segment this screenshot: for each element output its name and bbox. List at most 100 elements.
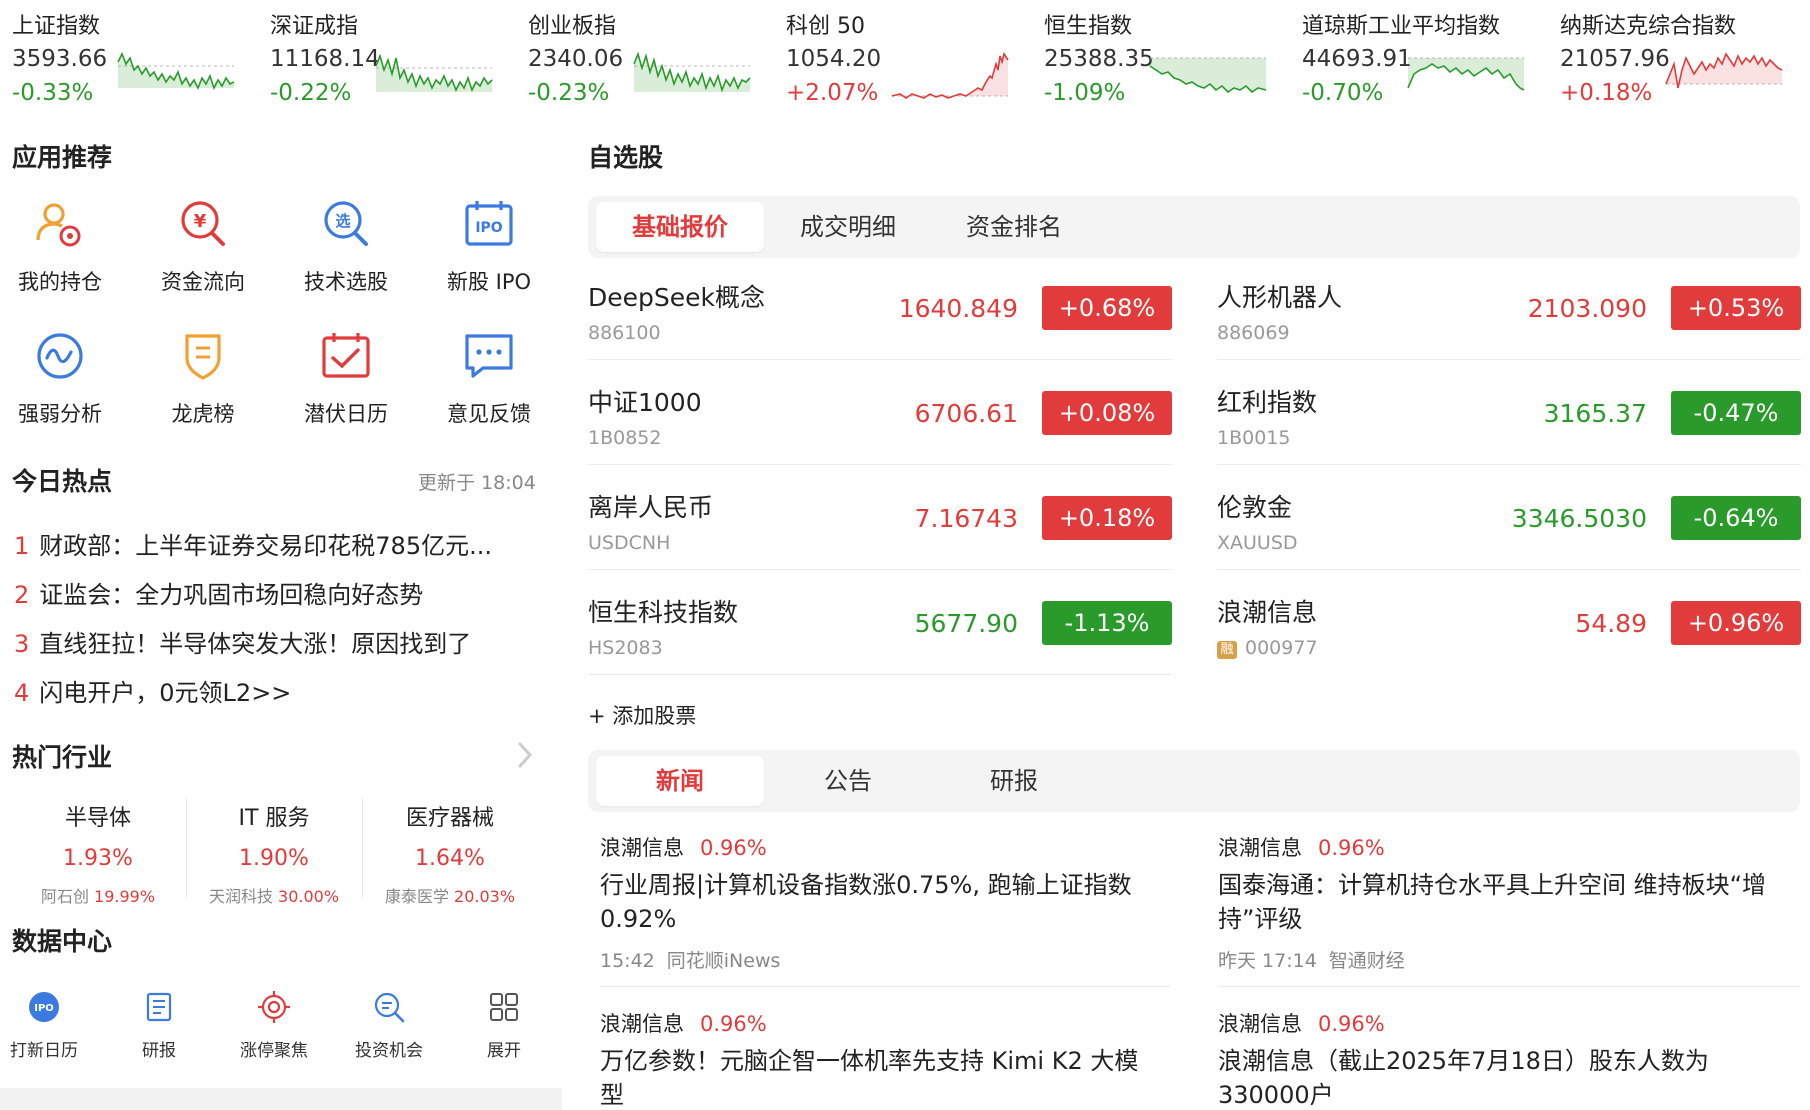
ticker-nasdaq[interactable]: 纳斯达克综合指数 21057.96 +0.18% [1548, 8, 1798, 112]
stock-price: 2103.090 [1527, 294, 1647, 323]
dc-expand[interactable]: 展开 [454, 990, 554, 1061]
stock-change-badge: +0.96% [1671, 601, 1801, 645]
tab-fund-ranking[interactable]: 资金排名 [930, 202, 1098, 252]
ticker-chinext[interactable]: 创业板指 2340.06 -0.23% [516, 8, 766, 112]
ticker-name: 上证指数 [12, 14, 101, 39]
leader-name: 康泰医学 [384, 887, 449, 906]
app-label: 我的持仓 [18, 270, 102, 294]
stock-name: 离岸人民币 [588, 493, 714, 522]
hot-news-item[interactable]: 3 直线狂拉！半导体突发大涨！原因找到了 [14, 624, 534, 659]
sparkline-chart [891, 52, 1009, 99]
dc-limit-up-focus[interactable]: 涨停聚焦 [224, 990, 324, 1061]
hot-news-item[interactable]: 4 闪电开户，0元领L2>> [14, 673, 534, 708]
hot-rank: 2 [14, 581, 30, 609]
industry-change: 1.90% [239, 846, 309, 871]
stock-row[interactable]: 红利指数 1B0015 3165.37 -0.47% [1217, 361, 1801, 465]
hot-news-item[interactable]: 1 财政部：上半年证券交易印花税785亿元... [14, 526, 534, 561]
stock-row[interactable]: DeepSeek概念 886100 1640.849 +0.68% [588, 256, 1172, 360]
grid-icon [490, 993, 518, 1021]
ipo-badge-icon: IPO [29, 992, 59, 1022]
industry-leader: 天润科技 30.00% [186, 883, 362, 907]
leader-change: 20.03% [454, 887, 516, 906]
stock-row[interactable]: 恒生科技指数 HS2083 5677.90 -1.13% [588, 571, 1172, 675]
app-money-flow[interactable]: ¥ 资金流向 [143, 196, 263, 306]
ticker-name: 深证成指 [270, 14, 359, 39]
app-latent-calendar[interactable]: 潜伏日历 [286, 328, 406, 438]
leader-name: 阿石创 [40, 887, 89, 906]
ticker-change: -0.70% [1302, 80, 1384, 106]
industry-name: 医疗器械 [405, 806, 494, 831]
leader-change: 30.00% [278, 887, 340, 906]
app-strength-analysis[interactable]: 强弱分析 [0, 328, 120, 438]
stock-change-badge: +0.53% [1671, 286, 1801, 330]
stock-row[interactable]: 人形机器人 886069 2103.090 +0.53% [1217, 256, 1801, 360]
hot-rank: 4 [14, 679, 30, 707]
tab-announcements[interactable]: 公告 [764, 756, 932, 806]
industry-leader: 阿石创 19.99% [10, 883, 186, 907]
app-label: 新股 IPO [446, 270, 532, 294]
ticker-hangseng[interactable]: 恒生指数 25388.35 -1.09% [1032, 8, 1282, 112]
stock-code: 886100 [588, 322, 661, 344]
industry-it-services[interactable]: IT 服务 1.90% 天润科技 30.00% [186, 800, 362, 907]
stock-price: 1640.849 [898, 294, 1018, 323]
add-stock-button[interactable]: + 添加股票 [588, 700, 696, 730]
app-dragon-tiger[interactable]: 龙虎榜 [143, 328, 263, 438]
ticker-change: -0.33% [12, 80, 94, 106]
row-divider [588, 569, 1172, 570]
stock-name: 红利指数 [1217, 388, 1318, 417]
dc-investment-opportunity[interactable]: 投资机会 [339, 990, 439, 1061]
app-stock-screener[interactable]: 选 技术选股 [286, 196, 406, 306]
stock-row[interactable]: 浪潮信息 融 000977 54.89 +0.96% [1217, 571, 1801, 675]
news-item[interactable]: 浪潮信息 0.96% 浪潮信息（截止2025年7月18日）股东人数为330000户 [1218, 1008, 1778, 1110]
news-item[interactable]: 浪潮信息 0.96% 国泰海通：计算机持仓水平具上升空间 维持板块“增持”评级 昨… [1218, 832, 1778, 973]
dc-research-report[interactable]: 研报 [109, 990, 209, 1061]
stock-code: 1B0015 [1217, 427, 1291, 449]
svg-text:¥: ¥ [194, 211, 207, 232]
ticker-star50[interactable]: 科创 50 1054.20 +2.07% [774, 8, 1024, 112]
chevron-right-icon[interactable] [516, 740, 534, 770]
tab-basic-quote[interactable]: 基础报价 [596, 202, 764, 252]
data-center-title: 数据中心 [12, 927, 113, 956]
hot-news-item[interactable]: 2 证监会：全力巩固市场回稳向好态势 [14, 575, 534, 610]
report-icon [146, 992, 172, 1022]
industry-name: 半导体 [64, 806, 131, 831]
stock-row[interactable]: 离岸人民币 USDCNH 7.16743 +0.18% [588, 466, 1172, 570]
dc-ipo-calendar[interactable]: IPO 打新日历 [0, 990, 94, 1061]
tab-news[interactable]: 新闻 [596, 756, 764, 806]
stock-name: 人形机器人 [1217, 283, 1343, 312]
stock-row[interactable]: 中证1000 1B0852 6706.61 +0.08% [588, 361, 1172, 465]
industry-semiconductor[interactable]: 半导体 1.93% 阿石创 19.99% [10, 800, 186, 907]
app-label: 意见反馈 [447, 402, 531, 426]
updated-time: 更新于 18:04 [418, 472, 536, 494]
ticker-value: 2340.06 [528, 46, 624, 72]
row-divider [1217, 464, 1801, 465]
news-item[interactable]: 浪潮信息 0.96% 行业周报|计算机设备指数涨0.75%, 跑输上证指数0.92… [600, 832, 1160, 973]
news-time: 15:42 [600, 950, 655, 972]
ticker-name: 恒生指数 [1044, 14, 1133, 39]
stock-price: 5677.90 [914, 609, 1018, 638]
news-stock-change: 0.96% [1318, 1012, 1385, 1036]
stock-price: 3165.37 [1543, 399, 1647, 428]
industry-medical-devices[interactable]: 医疗器械 1.64% 康泰医学 20.03% [362, 800, 538, 907]
tab-research[interactable]: 研报 [930, 756, 1098, 806]
dragon-tiger-icon [185, 334, 221, 380]
svg-text:IPO: IPO [34, 1003, 54, 1014]
stock-change-badge: +0.08% [1042, 391, 1172, 435]
app-feedback[interactable]: 意见反馈 [429, 328, 549, 438]
app-new-ipo[interactable]: IPO 新股 IPO [429, 196, 549, 306]
ticker-shenzhen[interactable]: 深证成指 11168.14 -0.22% [258, 8, 508, 112]
ticker-dow-jones[interactable]: 道琼斯工业平均指数 44693.91 -0.70% [1290, 8, 1540, 112]
ticker-change: -1.09% [1044, 80, 1126, 106]
news-time: 昨天 17:14 [1218, 950, 1317, 972]
stock-row[interactable]: 伦敦金 XAUUSD 3346.5030 -0.64% [1217, 466, 1801, 570]
news-title: 国泰海通：计算机持仓水平具上升空间 维持板块“增持”评级 [1218, 871, 1767, 933]
tab-trade-details[interactable]: 成交明细 [764, 202, 932, 252]
row-divider [1217, 569, 1801, 570]
margin-trading-badge: 融 [1217, 641, 1237, 659]
index-ticker-bar: 上证指数 3593.66 -0.33% 深证成指 11168.14 -0.22%… [0, 0, 1810, 118]
app-my-portfolio[interactable]: 我的持仓 [0, 196, 120, 306]
sparkline-chart [1407, 57, 1525, 91]
news-item[interactable]: 浪潮信息 0.96% 万亿参数！元脑企智一体机率先支持 Kimi K2 大模型 [600, 1008, 1160, 1110]
stock-price: 3346.5030 [1511, 504, 1647, 533]
ticker-shanghai[interactable]: 上证指数 3593.66 -0.33% [0, 8, 250, 112]
